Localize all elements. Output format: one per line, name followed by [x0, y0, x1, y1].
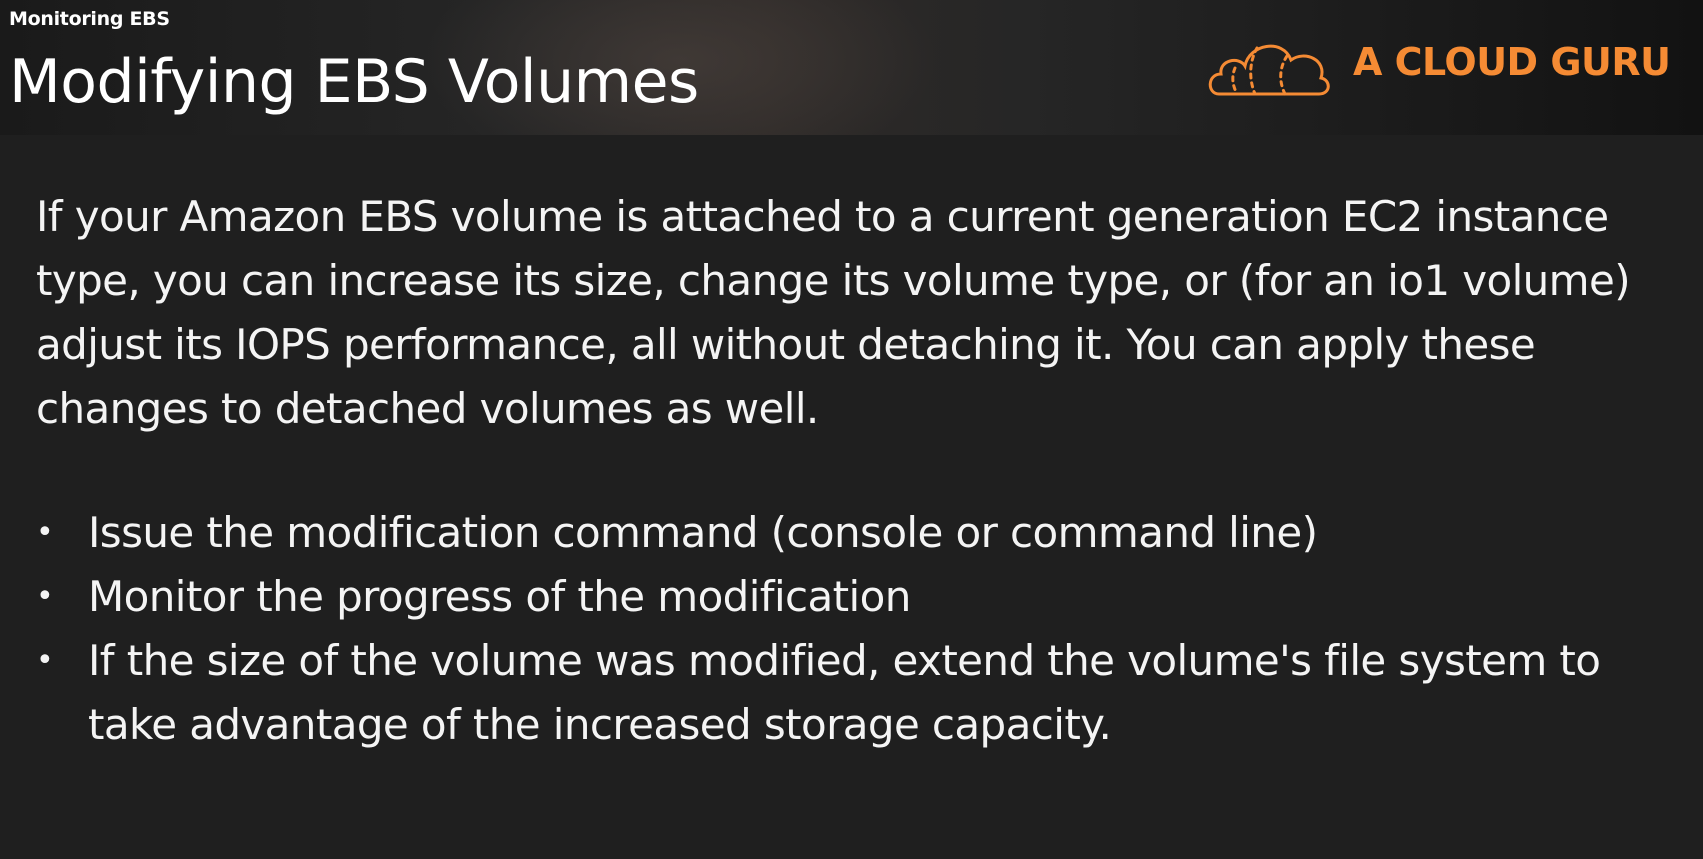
- cloud-icon: [1208, 44, 1330, 96]
- intro-paragraph: If your Amazon EBS volume is attached to…: [36, 192, 1631, 433]
- list-item: • Issue the modification command (consol…: [36, 501, 1648, 565]
- bullet-icon: •: [36, 515, 54, 550]
- list-item: • If the size of the volume was modified…: [36, 629, 1648, 757]
- list-item-text: If the size of the volume was modified, …: [88, 636, 1601, 749]
- list-item-text: Issue the modification command (console …: [88, 508, 1318, 557]
- list-item: • Monitor the progress of the modificati…: [36, 565, 1648, 629]
- brand-name: A CLOUD GURU: [1353, 40, 1671, 84]
- slide-title: Modifying EBS Volumes: [9, 47, 699, 117]
- section-label: Monitoring EBS: [9, 8, 170, 30]
- bullet-list: • Issue the modification command (consol…: [36, 501, 1676, 757]
- bullet-icon: •: [36, 643, 54, 678]
- bullet-icon: •: [36, 579, 54, 614]
- slide-body: If your Amazon EBS volume is attached to…: [36, 185, 1676, 757]
- slide-header: Monitoring EBS Modifying EBS Volumes A C…: [0, 0, 1703, 135]
- list-item-text: Monitor the progress of the modification: [88, 572, 911, 621]
- brand-logo: A CLOUD GURU: [1205, 24, 1671, 100]
- slide: Monitoring EBS Modifying EBS Volumes A C…: [0, 0, 1703, 859]
